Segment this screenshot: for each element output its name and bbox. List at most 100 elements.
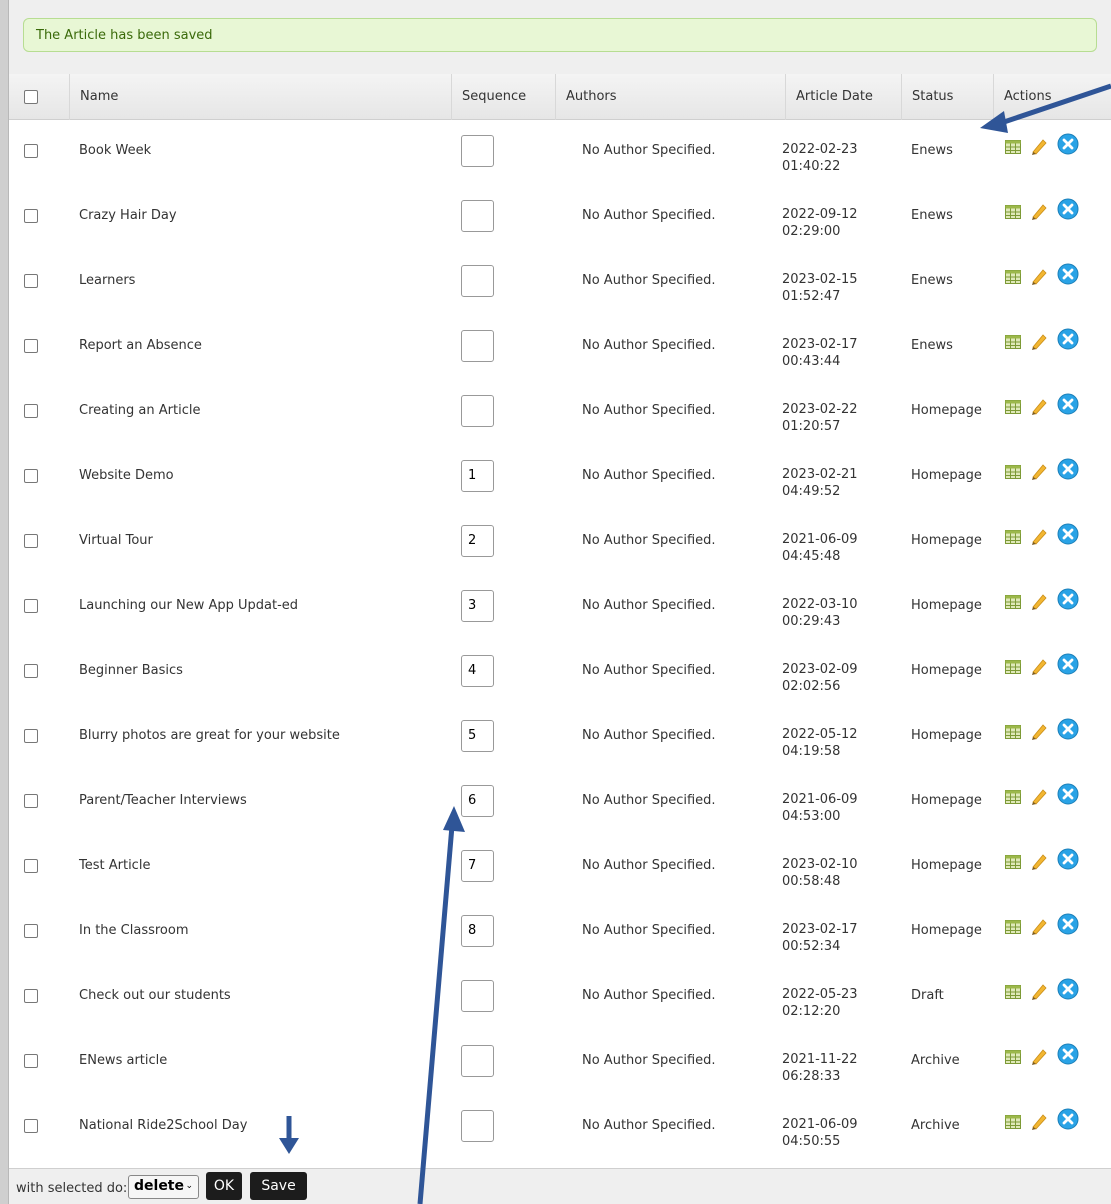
pencil-icon[interactable] — [1029, 1046, 1049, 1066]
pencil-icon[interactable] — [1029, 591, 1049, 611]
delete-circle-icon[interactable] — [1057, 978, 1079, 1000]
row-checkbox[interactable] — [24, 534, 38, 548]
row-checkbox[interactable] — [24, 989, 38, 1003]
sequence-input[interactable] — [461, 395, 494, 427]
table-view-icon[interactable] — [1005, 790, 1021, 804]
row-checkbox[interactable] — [24, 209, 38, 223]
sequence-input[interactable]: 7 — [461, 850, 494, 882]
delete-circle-icon[interactable] — [1057, 718, 1079, 740]
pencil-icon[interactable] — [1029, 331, 1049, 351]
pencil-icon[interactable] — [1029, 981, 1049, 1001]
row-checkbox[interactable] — [24, 1054, 38, 1068]
pencil-icon[interactable] — [1029, 136, 1049, 156]
table-view-icon[interactable] — [1005, 530, 1021, 544]
ok-button[interactable]: OK — [206, 1172, 242, 1200]
header-status[interactable]: Status — [901, 74, 993, 120]
table-view-icon[interactable] — [1005, 595, 1021, 609]
table-view-icon[interactable] — [1005, 465, 1021, 479]
sequence-input[interactable] — [461, 135, 494, 167]
sequence-input[interactable]: 2 — [461, 525, 494, 557]
article-name[interactable]: Check out our students — [79, 988, 231, 1003]
row-checkbox[interactable] — [24, 274, 38, 288]
save-button[interactable]: Save — [250, 1172, 307, 1200]
pencil-icon[interactable] — [1029, 266, 1049, 286]
delete-circle-icon[interactable] — [1057, 783, 1079, 805]
article-name[interactable]: Parent/Teacher Interviews — [79, 793, 247, 808]
row-checkbox[interactable] — [24, 859, 38, 873]
sequence-input[interactable]: 5 — [461, 720, 494, 752]
row-checkbox[interactable] — [24, 144, 38, 158]
delete-circle-icon[interactable] — [1057, 458, 1079, 480]
pencil-icon[interactable] — [1029, 201, 1049, 221]
delete-circle-icon[interactable] — [1057, 198, 1079, 220]
row-checkbox[interactable] — [24, 794, 38, 808]
sequence-input[interactable]: 1 — [461, 460, 494, 492]
row-checkbox[interactable] — [24, 924, 38, 938]
table-view-icon[interactable] — [1005, 1050, 1021, 1064]
sequence-input[interactable] — [461, 330, 494, 362]
sequence-input[interactable]: 3 — [461, 590, 494, 622]
article-name[interactable]: Report an Absence — [79, 338, 202, 353]
article-name[interactable]: National Ride2School Day — [79, 1118, 247, 1133]
pencil-icon[interactable] — [1029, 526, 1049, 546]
table-view-icon[interactable] — [1005, 1115, 1021, 1129]
delete-circle-icon[interactable] — [1057, 393, 1079, 415]
delete-circle-icon[interactable] — [1057, 328, 1079, 350]
delete-circle-icon[interactable] — [1057, 133, 1079, 155]
sequence-input[interactable] — [461, 200, 494, 232]
sequence-input[interactable] — [461, 1045, 494, 1077]
pencil-icon[interactable] — [1029, 656, 1049, 676]
article-name[interactable]: Crazy Hair Day — [79, 208, 177, 223]
pencil-icon[interactable] — [1029, 396, 1049, 416]
article-name[interactable]: Beginner Basics — [79, 663, 183, 678]
table-view-icon[interactable] — [1005, 660, 1021, 674]
table-view-icon[interactable] — [1005, 920, 1021, 934]
table-view-icon[interactable] — [1005, 400, 1021, 414]
header-authors[interactable]: Authors — [555, 74, 785, 120]
article-name[interactable]: Blurry photos are great for your website — [79, 728, 340, 743]
pencil-icon[interactable] — [1029, 916, 1049, 936]
pencil-icon[interactable] — [1029, 786, 1049, 806]
delete-circle-icon[interactable] — [1057, 848, 1079, 870]
table-view-icon[interactable] — [1005, 140, 1021, 154]
article-name[interactable]: Launching our New App Updat-ed — [79, 598, 298, 613]
sequence-input[interactable]: 8 — [461, 915, 494, 947]
header-article-date[interactable]: Article Date — [785, 74, 901, 120]
row-checkbox[interactable] — [24, 404, 38, 418]
article-name[interactable]: Book Week — [79, 143, 151, 158]
delete-circle-icon[interactable] — [1057, 653, 1079, 675]
delete-circle-icon[interactable] — [1057, 523, 1079, 545]
row-checkbox[interactable] — [24, 664, 38, 678]
pencil-icon[interactable] — [1029, 461, 1049, 481]
delete-circle-icon[interactable] — [1057, 588, 1079, 610]
delete-circle-icon[interactable] — [1057, 1043, 1079, 1065]
bulk-action-select[interactable]: delete ⌄ — [128, 1175, 199, 1199]
header-name[interactable]: Name — [69, 74, 451, 120]
table-view-icon[interactable] — [1005, 335, 1021, 349]
delete-circle-icon[interactable] — [1057, 913, 1079, 935]
sequence-input[interactable]: 4 — [461, 655, 494, 687]
table-view-icon[interactable] — [1005, 270, 1021, 284]
article-name[interactable]: Website Demo — [79, 468, 174, 483]
delete-circle-icon[interactable] — [1057, 263, 1079, 285]
article-name[interactable]: Creating an Article — [79, 403, 200, 418]
row-checkbox[interactable] — [24, 599, 38, 613]
row-checkbox[interactable] — [24, 339, 38, 353]
table-view-icon[interactable] — [1005, 985, 1021, 999]
delete-circle-icon[interactable] — [1057, 1108, 1079, 1130]
article-name[interactable]: Virtual Tour — [79, 533, 153, 548]
select-all-checkbox[interactable] — [24, 90, 38, 104]
sequence-input[interactable] — [461, 265, 494, 297]
article-name[interactable]: Learners — [79, 273, 135, 288]
row-checkbox[interactable] — [24, 729, 38, 743]
sequence-input[interactable] — [461, 1110, 494, 1142]
row-checkbox[interactable] — [24, 1119, 38, 1133]
sequence-input[interactable] — [461, 980, 494, 1012]
table-view-icon[interactable] — [1005, 205, 1021, 219]
pencil-icon[interactable] — [1029, 1111, 1049, 1131]
header-sequence[interactable]: Sequence — [451, 74, 555, 120]
pencil-icon[interactable] — [1029, 721, 1049, 741]
article-name[interactable]: ENews article — [79, 1053, 167, 1068]
row-checkbox[interactable] — [24, 469, 38, 483]
sequence-input[interactable]: 6 — [461, 785, 494, 817]
